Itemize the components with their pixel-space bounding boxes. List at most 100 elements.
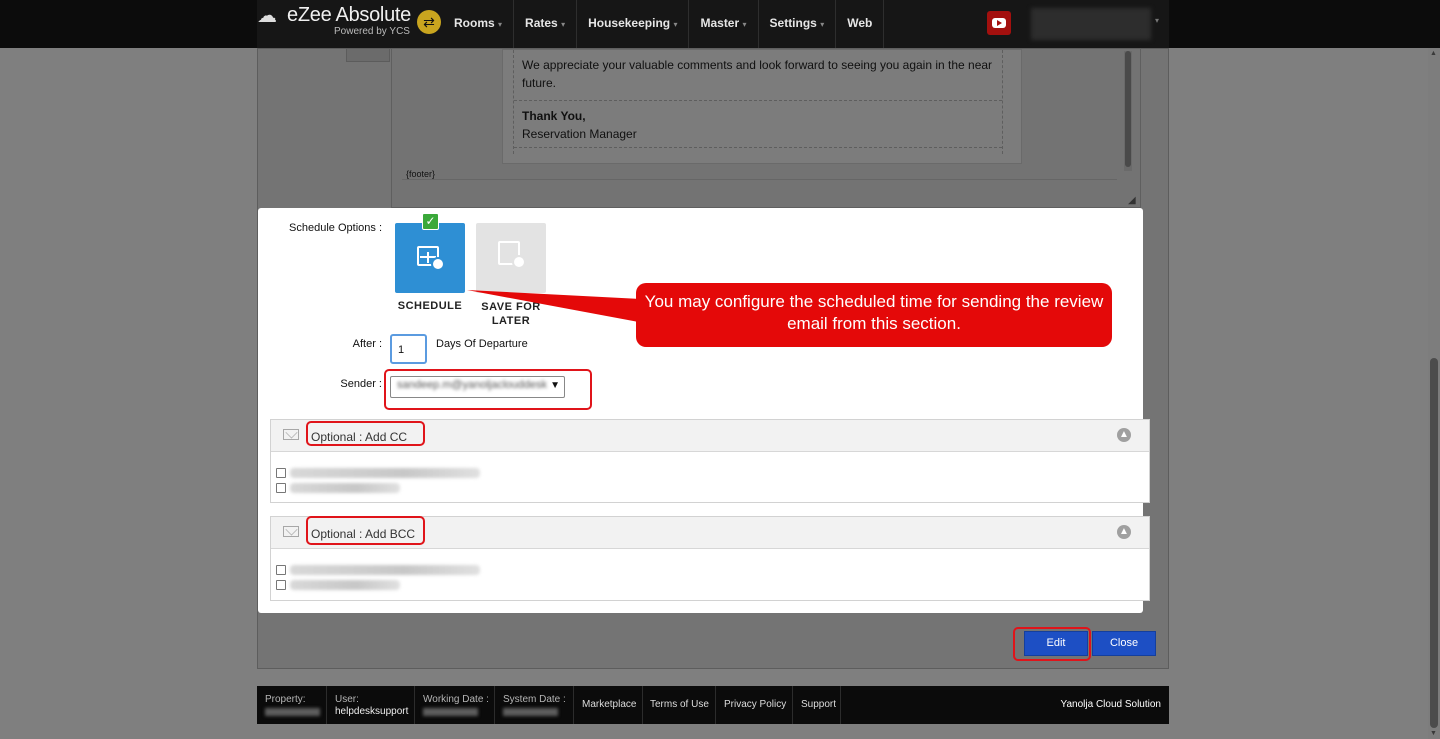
recipient-email (290, 483, 400, 493)
bcc-recipient-row[interactable] (276, 578, 400, 592)
schedule-option-label: SCHEDULE (397, 300, 463, 312)
brand-subtitle: Powered by YCS (334, 26, 410, 37)
nav-master-label: Master (700, 16, 740, 30)
footer-working-date: Working Date : (415, 686, 495, 724)
working-date-value (423, 708, 478, 716)
schedule-option-button[interactable] (395, 223, 465, 293)
highlight-box (384, 369, 592, 410)
divider (514, 147, 1002, 148)
email-closing-text: We appreciate your valuable comments and… (522, 58, 993, 90)
email-preview: We appreciate your valuable comments and… (502, 49, 1022, 164)
cc-recipient-row[interactable] (276, 466, 480, 480)
email-editor[interactable]: We appreciate your valuable comments and… (391, 48, 1141, 208)
checkbox[interactable] (276, 565, 286, 575)
brand-title: eZee Absolute (287, 4, 411, 26)
footer-user: User: helpdesksupport (327, 686, 415, 724)
save-for-later-label: SAVE FOR LATER (481, 301, 541, 327)
support-link[interactable]: Support (801, 699, 836, 710)
email-body: We appreciate your valuable comments and… (513, 50, 1003, 154)
highlight-box (1013, 627, 1091, 661)
app-footer: Property: User: helpdesksupport Working … (257, 686, 1169, 724)
footer-link-terms[interactable]: Terms of Use (643, 686, 716, 724)
nav-rates[interactable]: Rates ▾ (514, 0, 578, 48)
chevron-down-icon: ▾ (820, 20, 825, 29)
top-navbar: ☁ eZee Absolute Powered by YCS ⇄ Rooms ▾… (0, 0, 1440, 48)
scroll-down-icon[interactable]: ▼ (1430, 730, 1437, 737)
days-of-departure-label: Days Of Departure (436, 338, 528, 350)
close-button[interactable]: Close (1092, 631, 1156, 656)
clock-icon (498, 241, 526, 269)
chevron-down-icon: ▾ (561, 20, 566, 29)
recipient-email (290, 468, 480, 478)
highlight-box (306, 516, 425, 545)
property-value (265, 708, 320, 716)
checkmark-icon: ✓ (422, 213, 439, 230)
nav-rooms[interactable]: Rooms ▾ (443, 0, 515, 48)
footer-link-support[interactable]: Support (793, 686, 841, 724)
collapse-up-icon[interactable]: ▲ (1117, 525, 1131, 539)
editor-scrollbar[interactable] (1124, 51, 1132, 171)
working-date-label: Working Date : (423, 694, 489, 705)
user-label: User: (335, 694, 359, 705)
tooltip-callout: You may configure the scheduled time for… (636, 283, 1112, 347)
nav-rooms-label: Rooms (454, 16, 495, 30)
envelope-icon (283, 526, 299, 537)
footer-placeholder: {footer} (406, 169, 436, 179)
schedule-dialog: Schedule Options : ✓ SCHEDULE SAVE FOR L… (258, 208, 1150, 613)
divider (402, 179, 1117, 180)
nav-master[interactable]: Master ▾ (689, 0, 759, 48)
terms-link[interactable]: Terms of Use (650, 699, 709, 710)
email-signature: Reservation Manager (522, 127, 637, 141)
main-nav: Rooms ▾ Rates ▾ Housekeeping ▾ Master ▾ … (443, 0, 885, 48)
footer-brand: Yanolja Cloud Solution (1060, 699, 1161, 710)
marketplace-link[interactable]: Marketplace (582, 699, 636, 710)
divider (514, 100, 1002, 101)
recipient-email (290, 565, 480, 575)
nav-housekeeping[interactable]: Housekeeping ▾ (577, 0, 690, 48)
scroll-up-icon[interactable]: ▲ (1430, 50, 1437, 57)
nav-settings[interactable]: Settings ▾ (759, 0, 837, 48)
checkbox[interactable] (276, 468, 286, 478)
email-signoff: Thank You, (522, 109, 586, 123)
schedule-options-label: Schedule Options : (289, 222, 382, 234)
footer-link-privacy[interactable]: Privacy Policy (716, 686, 793, 724)
system-date-label: System Date : (503, 694, 566, 705)
highlight-box (306, 421, 425, 446)
resize-handle-icon[interactable]: ◢ (1128, 195, 1136, 206)
property-label: Property: (265, 694, 306, 705)
envelope-icon (283, 429, 299, 440)
footer-link-marketplace[interactable]: Marketplace (574, 686, 643, 724)
collapse-up-icon[interactable]: ▲ (1117, 428, 1131, 442)
cloud-icon: ☁ (257, 5, 277, 27)
chevron-down-icon: ▾ (742, 20, 747, 29)
footer-system-date: System Date : (495, 686, 574, 724)
template-thumbnail (346, 48, 390, 62)
sender-label: Sender : (340, 378, 382, 390)
cc-recipient-row[interactable] (276, 481, 400, 495)
navbar-inner: ☁ eZee Absolute Powered by YCS ⇄ Rooms ▾… (257, 0, 1169, 48)
save-for-later-option-button[interactable] (476, 223, 546, 293)
privacy-link[interactable]: Privacy Policy (724, 699, 786, 710)
checkbox[interactable] (276, 483, 286, 493)
scrollbar-thumb[interactable] (1430, 358, 1438, 728)
footer-property: Property: (257, 686, 327, 724)
nav-settings-label: Settings (769, 16, 817, 30)
shuffle-icon[interactable]: ⇄ (417, 10, 441, 34)
checkbox[interactable] (276, 580, 286, 590)
youtube-icon[interactable] (987, 11, 1011, 35)
nav-rates-label: Rates (525, 16, 558, 30)
calendar-clock-icon (417, 243, 445, 271)
user-menu[interactable] (1031, 8, 1151, 40)
page-scrollbar[interactable]: ▲ ▼ (1428, 48, 1440, 739)
chevron-down-icon: ▾ (673, 20, 678, 29)
nav-web-label: Web (847, 16, 873, 30)
chevron-down-icon[interactable]: ▾ (1155, 16, 1159, 25)
nav-web[interactable]: Web (836, 0, 885, 48)
system-date-value (503, 708, 558, 716)
chevron-down-icon: ▾ (498, 20, 503, 29)
user-value: helpdesksupport (335, 706, 409, 717)
recipient-email (290, 580, 400, 590)
bcc-recipient-row[interactable] (276, 563, 480, 577)
after-days-input[interactable]: 1 (390, 334, 427, 364)
after-label: After : (352, 338, 382, 350)
